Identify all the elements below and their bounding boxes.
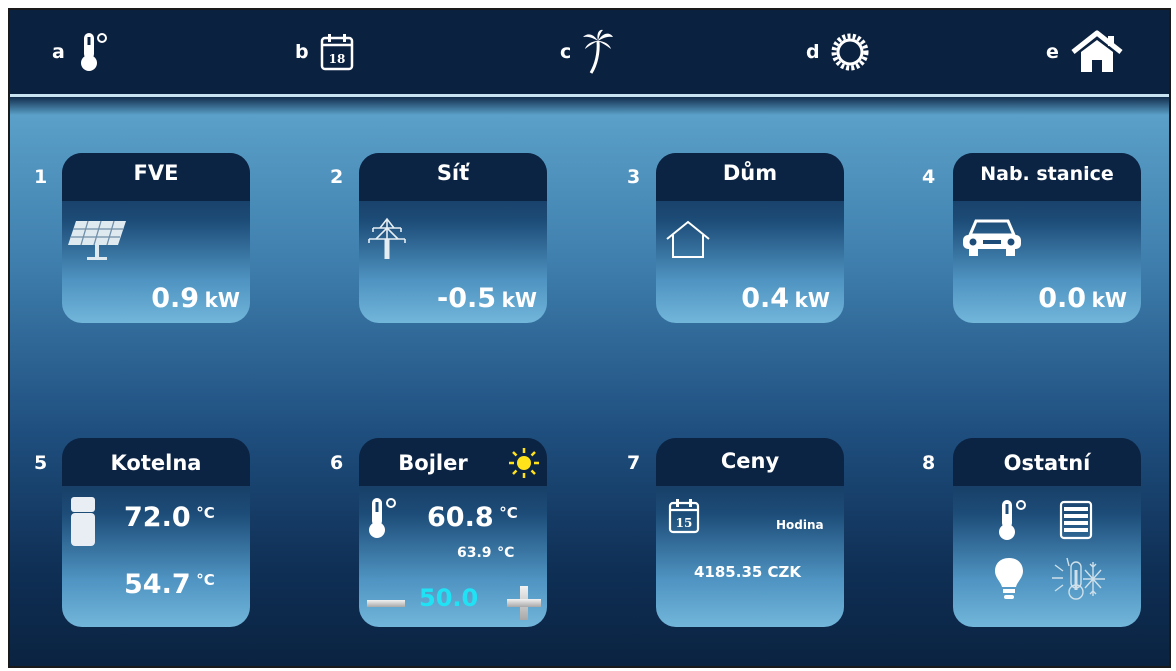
- heat-cool-icon[interactable]: [1049, 556, 1109, 602]
- home-icon: [1071, 30, 1123, 72]
- blinds-icon[interactable]: [1059, 500, 1093, 540]
- temperature-number: 60.8: [427, 502, 494, 533]
- power-unit: kW: [794, 288, 830, 312]
- tile-prices[interactable]: Ceny 15 Hodina 4185.35 CZK: [656, 438, 844, 627]
- tile-title: Kotelna: [110, 451, 202, 475]
- nav-letter: e: [1046, 41, 1059, 63]
- nav-letter: b: [295, 41, 309, 63]
- power-pylon-icon: [368, 217, 406, 259]
- tile-title: Dům: [722, 161, 778, 185]
- thermometer-icon[interactable]: [997, 498, 1029, 542]
- hour-label: Hodina: [776, 518, 824, 532]
- calendar-day-number: 18: [328, 52, 345, 66]
- car-icon: [963, 219, 1021, 256]
- tile-title: Síť: [436, 161, 470, 185]
- tile-number: 4: [922, 166, 936, 188]
- solar-panel-icon: [68, 220, 126, 260]
- power-unit: kW: [204, 288, 240, 312]
- tile-number: 5: [34, 452, 48, 474]
- tile-boiler-room[interactable]: Kotelna 72.0 °C 54.7 °C: [62, 438, 250, 627]
- tile-title: Ceny: [720, 449, 780, 473]
- power-unit: kW: [501, 288, 537, 312]
- power-unit: kW: [1091, 288, 1127, 312]
- temperature-number: 72.0: [124, 502, 191, 533]
- tile-number: 2: [330, 166, 344, 188]
- nav-item-home[interactable]: e: [1046, 30, 1125, 74]
- calendar-day-number: 15: [676, 516, 693, 530]
- water-temperature: 60.8 °C: [427, 502, 518, 533]
- power-number: 0.4: [741, 283, 790, 314]
- tile-title: Bojler: [398, 451, 468, 475]
- power-number: 0.9: [151, 283, 200, 314]
- light-bulb-icon[interactable]: [993, 556, 1025, 602]
- house-outline-icon: [666, 220, 710, 258]
- tile-title: Nab. stanice: [980, 163, 1114, 185]
- calendar-icon: 15: [668, 499, 700, 534]
- increase-setpoint-button[interactable]: [505, 584, 543, 622]
- palm-tree-icon: [583, 29, 614, 74]
- thermometer-icon: [369, 498, 396, 538]
- sun-icon: [509, 448, 539, 478]
- calendar-icon: 18: [320, 34, 353, 71]
- tile-other[interactable]: Ostatní: [953, 438, 1141, 627]
- temperature-value-2: 54.7 °C: [124, 569, 215, 600]
- nav-item-settings[interactable]: d: [806, 30, 870, 74]
- temperature-number: 54.7: [124, 569, 191, 600]
- temperature-value-1: 72.0 °C: [124, 502, 215, 533]
- tile-number: 3: [627, 166, 641, 188]
- power-number: 0.0: [1038, 283, 1087, 314]
- power-value: -0.5 kW: [437, 283, 537, 314]
- temperature-unit: °C: [499, 504, 518, 522]
- tile-number: 1: [34, 166, 48, 188]
- power-value: 0.0 kW: [1038, 283, 1127, 314]
- nav-letter: d: [806, 41, 820, 63]
- tile-number: 8: [922, 452, 936, 474]
- tile-house[interactable]: Dům 0.4 kW: [656, 153, 844, 323]
- tile-number: 7: [627, 452, 641, 474]
- top-bar-divider: [10, 94, 1169, 97]
- temperature-unit: °C: [497, 545, 515, 561]
- decrease-setpoint-button[interactable]: [367, 600, 405, 607]
- nav-letter: c: [560, 41, 572, 63]
- dashboard-screen: a b 18 c d e 1 FVE 0.9 kW 2 Síť -0.5 kW …: [8, 8, 1171, 668]
- tile-title: Ostatní: [1003, 451, 1091, 475]
- temperature-unit: °C: [196, 571, 215, 589]
- price-value: 4185.35 CZK: [694, 563, 802, 581]
- gear-icon: [831, 33, 869, 71]
- tile-title: FVE: [133, 161, 179, 185]
- temperature-unit: °C: [196, 504, 215, 522]
- tile-grid[interactable]: Síť -0.5 kW: [359, 153, 547, 323]
- temperature-number: 63.9: [457, 545, 492, 561]
- tile-fve[interactable]: FVE 0.9 kW: [62, 153, 250, 323]
- thermometer-icon: [80, 33, 107, 71]
- power-number: -0.5: [437, 283, 497, 314]
- secondary-temperature: 63.9 °C: [457, 542, 514, 561]
- power-value: 0.9 kW: [151, 283, 240, 314]
- nav-item-temperature[interactable]: a: [52, 30, 111, 74]
- boiler-icon: [71, 497, 95, 546]
- nav-letter: a: [52, 41, 65, 63]
- power-value: 0.4 kW: [741, 283, 830, 314]
- nav-item-calendar[interactable]: b 18: [295, 30, 355, 74]
- setpoint-value: 50.0: [419, 584, 479, 612]
- tile-water-heater[interactable]: Bojler 60.8 °C 63.9 °C 50.0: [359, 438, 547, 627]
- nav-item-holiday[interactable]: c: [560, 29, 615, 74]
- tile-charging-station[interactable]: Nab. stanice 0.0 kW: [953, 153, 1141, 323]
- tile-number: 6: [330, 452, 344, 474]
